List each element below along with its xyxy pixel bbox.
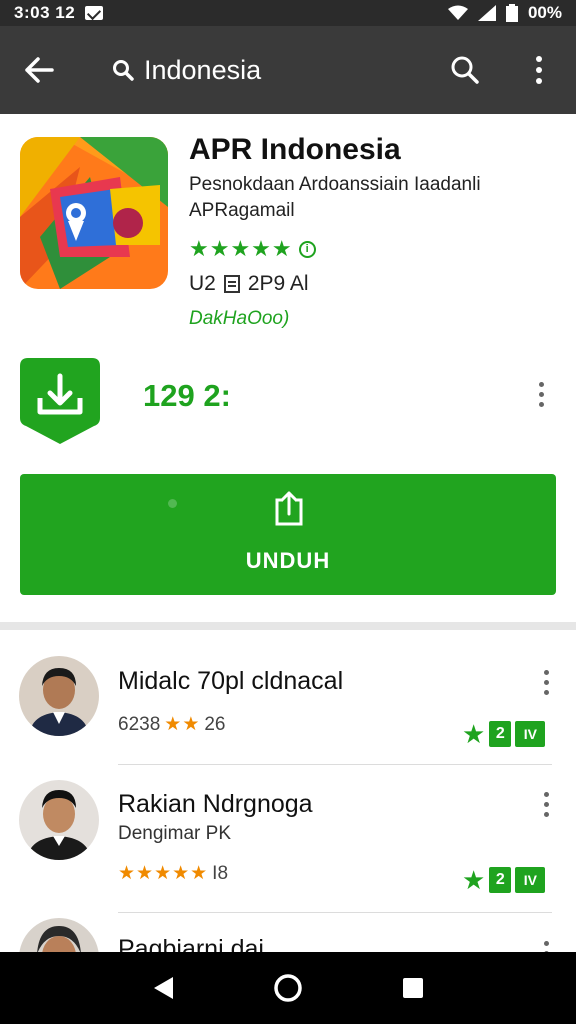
developer-line-1: Pesnokdaan Ardoanssiain Iaadanli (189, 174, 481, 195)
avatar (19, 780, 99, 860)
rating-stars: ★★★★★ (118, 863, 209, 884)
document-icon (223, 275, 240, 293)
item-title: Pagbiarni dai (118, 935, 264, 952)
item-subtitle: Dengimar PK (118, 823, 231, 844)
status-time: 3:03 12 (14, 3, 76, 22)
list-item[interactable]: Rakian Ndrgnoga Dengimar PK ★★★★★ I8 ★ 2… (0, 778, 576, 913)
app-icon (20, 137, 168, 289)
badge-text: IV (515, 721, 546, 747)
status-bar: 3:03 12 00% (0, 0, 576, 26)
list-separator (118, 912, 552, 913)
play-store-page: 3:03 12 00% Indonesia APR Indonesia Pesn… (0, 0, 576, 1024)
download-badge (20, 358, 100, 444)
item-more-button[interactable] (532, 664, 560, 700)
download-icon (20, 358, 100, 444)
search-button[interactable] (428, 26, 502, 114)
meta-left: U2 (189, 272, 216, 295)
rating-stars: ★★★★★ (189, 236, 293, 261)
star-badge-icon: ★ (462, 719, 486, 749)
back-arrow-icon (25, 57, 54, 83)
app-bar: Indonesia (0, 26, 576, 114)
install-button-label: UNDUH (245, 548, 331, 573)
button-dot (168, 499, 177, 508)
battery-percent: 00% (527, 3, 562, 22)
app-title: APR Indonesia (189, 133, 401, 166)
install-button[interactable]: UNDUH (20, 474, 556, 595)
avatar (19, 918, 99, 952)
square-recents-icon (403, 978, 424, 998)
list-separator (118, 764, 552, 765)
overflow-menu-button[interactable] (502, 26, 576, 114)
avatar (19, 656, 99, 736)
info-icon[interactable]: i (298, 240, 316, 258)
home-circle-icon (274, 974, 302, 1002)
rating-prefix: 6238 (118, 713, 161, 735)
nav-recents-button[interactable] (383, 958, 443, 1018)
list-item[interactable]: Pagbiarni dai (0, 915, 576, 952)
section-divider (0, 622, 576, 630)
triangle-back-icon (153, 977, 173, 999)
battery-icon (505, 4, 518, 22)
item-title: Midalc 70pl cldnacal (118, 667, 344, 695)
search-field[interactable]: Indonesia (112, 55, 261, 86)
download-size: 129 2: (143, 378, 231, 413)
item-rating: ★★★★★ I8 (118, 862, 228, 885)
search-icon (113, 60, 134, 81)
rating-suffix: I8 (212, 862, 229, 884)
star-badge-icon: ★ (462, 865, 486, 895)
mail-icon (85, 6, 104, 20)
nav-home-button[interactable] (258, 958, 318, 1018)
ads-label: DakHaOoo) (189, 308, 290, 329)
rating-stars: ★★ (164, 714, 201, 735)
navigation-bar (0, 952, 576, 1024)
item-title: Rakian Ndrgnoga (118, 790, 313, 818)
back-button[interactable] (0, 26, 78, 114)
app-rating: ★★★★★ i (189, 236, 316, 262)
search-query-text: Indonesia (144, 54, 262, 85)
badge-text: IV (515, 867, 546, 893)
badge-number: 2 (489, 867, 512, 893)
app-developer[interactable]: Pesnokdaan Ardoanssiain Iaadanli APRagam… (189, 172, 559, 224)
list-item[interactable]: Midalc 70pl cldnacal 6238 ★★ 26 ★ 2 IV (0, 650, 576, 765)
item-badges: ★ 2 IV (462, 865, 546, 895)
item-more-button[interactable] (532, 786, 560, 822)
developer-line-2: APRagamail (189, 200, 295, 221)
search-icon (451, 56, 479, 84)
share-icon (275, 491, 303, 526)
app-meta: U2 2P9 Al (189, 272, 309, 296)
item-rating: 6238 ★★ 26 (118, 713, 226, 736)
rating-suffix: 26 (204, 713, 226, 735)
wifi-icon (447, 5, 468, 20)
nav-back-button[interactable] (133, 958, 193, 1018)
signal-icon (477, 5, 496, 21)
badge-number: 2 (489, 721, 512, 747)
item-more-button[interactable] (532, 935, 560, 952)
meta-right: 2P9 Al (247, 272, 309, 295)
item-badges: ★ 2 IV (462, 719, 546, 749)
app-more-button[interactable] (526, 374, 556, 414)
